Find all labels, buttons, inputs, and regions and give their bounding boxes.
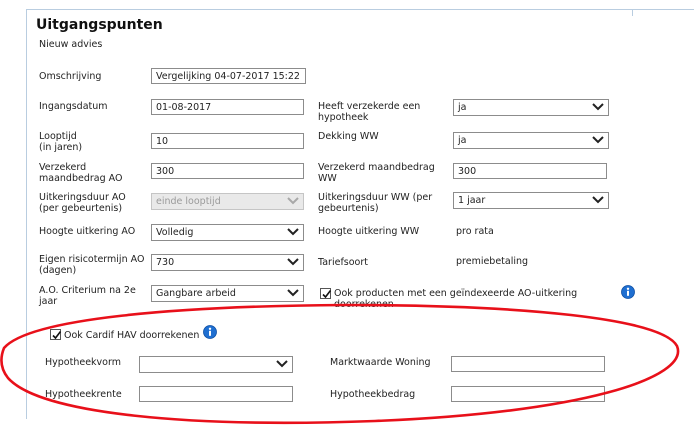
hoogte-ao-select-value: Volledig xyxy=(156,227,194,238)
chevron-down-icon xyxy=(592,135,604,145)
omschrijving-label: Omschrijving xyxy=(39,71,102,82)
omschrijving-input[interactable]: Vergelijking 04-07-2017 15:22 xyxy=(151,68,306,84)
looptijd-input[interactable]: 10 xyxy=(151,133,304,149)
hypotheekrente-input[interactable] xyxy=(139,386,293,402)
criterium-select-value: Gangbare arbeid xyxy=(156,288,236,299)
marktwaarde-input[interactable] xyxy=(451,356,605,372)
dekking-ww-label: Dekking WW xyxy=(318,131,379,142)
hypotheekvorm-select[interactable] xyxy=(139,356,293,373)
geindexeerde-label: Ook producten met een geïndexeerde AO-ui… xyxy=(334,288,578,310)
chevron-down-icon xyxy=(287,227,299,237)
chevron-down-icon xyxy=(592,102,604,112)
maandbedrag-ww-label: Verzekerd maandbedrag WW xyxy=(318,162,435,184)
chevron-down-icon xyxy=(287,257,299,267)
maandbedrag-ao-label: Verzekerd maandbedrag AO xyxy=(39,162,123,184)
criterium-select[interactable]: Gangbare arbeid xyxy=(151,285,304,302)
hypotheek-label: Heeft verzekerde een hypotheek xyxy=(318,101,421,123)
panel-border-left xyxy=(26,9,27,419)
tariefsoort-label: Tariefsoort xyxy=(318,257,368,268)
info-icon[interactable] xyxy=(621,285,635,299)
info-icon[interactable] xyxy=(203,325,217,339)
hypotheek-select[interactable]: ja xyxy=(453,99,609,116)
chevron-down-icon xyxy=(592,195,604,205)
ingangsdatum-input[interactable]: 01-08-2017 xyxy=(151,99,304,115)
hoogte-ww-label: Hoogte uitkering WW xyxy=(318,226,420,237)
maandbedrag-ww-input[interactable]: 300 xyxy=(453,163,607,179)
dekking-ww-select-value: ja xyxy=(458,135,467,146)
uitkeringsduur-ww-select-value: 1 jaar xyxy=(458,195,486,206)
uitkeringsduur-ww-label: Uitkeringsduur WW (per gebeurtenis) xyxy=(318,192,433,214)
hypotheekbedrag-input[interactable] xyxy=(451,386,605,402)
chevron-down-icon xyxy=(287,288,299,298)
chevron-down-icon xyxy=(276,359,288,369)
panel-corner xyxy=(626,9,633,16)
ingangsdatum-label: Ingangsdatum xyxy=(39,101,108,112)
page-subtitle: Nieuw advies xyxy=(39,39,103,50)
risicotermijn-label: Eigen risicotermijn AO (dagen) xyxy=(39,254,145,276)
checkmark-icon xyxy=(322,290,332,299)
hoogte-ao-label: Hoogte uitkering AO xyxy=(39,226,136,237)
marktwaarde-label: Marktwaarde Woning xyxy=(330,357,431,368)
risicotermijn-select-value: 730 xyxy=(156,257,175,268)
cardif-checkbox-label: Ook Cardif HAV doorrekenen xyxy=(64,330,200,341)
tariefsoort-value: premiebetaling xyxy=(456,256,529,267)
uitkeringsduur-ao-select: einde looptijd xyxy=(151,193,304,210)
hypotheekrente-label: Hypotheekrente xyxy=(45,389,122,400)
panel-border xyxy=(26,9,694,10)
maandbedrag-ao-input[interactable]: 300 xyxy=(151,163,304,179)
hypotheekvorm-label: Hypotheekvorm xyxy=(45,357,121,368)
cardif-checkbox[interactable] xyxy=(50,329,62,340)
risicotermijn-select[interactable]: 730 xyxy=(151,254,304,271)
uitkeringsduur-ao-select-value: einde looptijd xyxy=(156,196,221,207)
page-title: Uitgangspunten xyxy=(36,17,163,33)
hoogte-ww-value: pro rata xyxy=(456,226,494,237)
uitkeringsduur-ao-label: Uitkeringsduur AO (per gebeurtenis) xyxy=(39,192,126,214)
dekking-ww-select[interactable]: ja xyxy=(453,132,609,149)
hypotheekbedrag-label: Hypotheekbedrag xyxy=(330,389,416,400)
looptijd-label: Looptijd (in jaren) xyxy=(39,131,83,153)
hoogte-ao-select[interactable]: Volledig xyxy=(151,224,304,241)
checkmark-icon xyxy=(52,331,62,340)
uitkeringsduur-ww-select[interactable]: 1 jaar xyxy=(453,192,609,209)
hypotheek-select-value: ja xyxy=(458,102,467,113)
chevron-down-icon xyxy=(287,196,299,206)
criterium-label: A.O. Criterium na 2e jaar xyxy=(39,285,136,307)
geindexeerde-checkbox[interactable] xyxy=(320,288,332,299)
